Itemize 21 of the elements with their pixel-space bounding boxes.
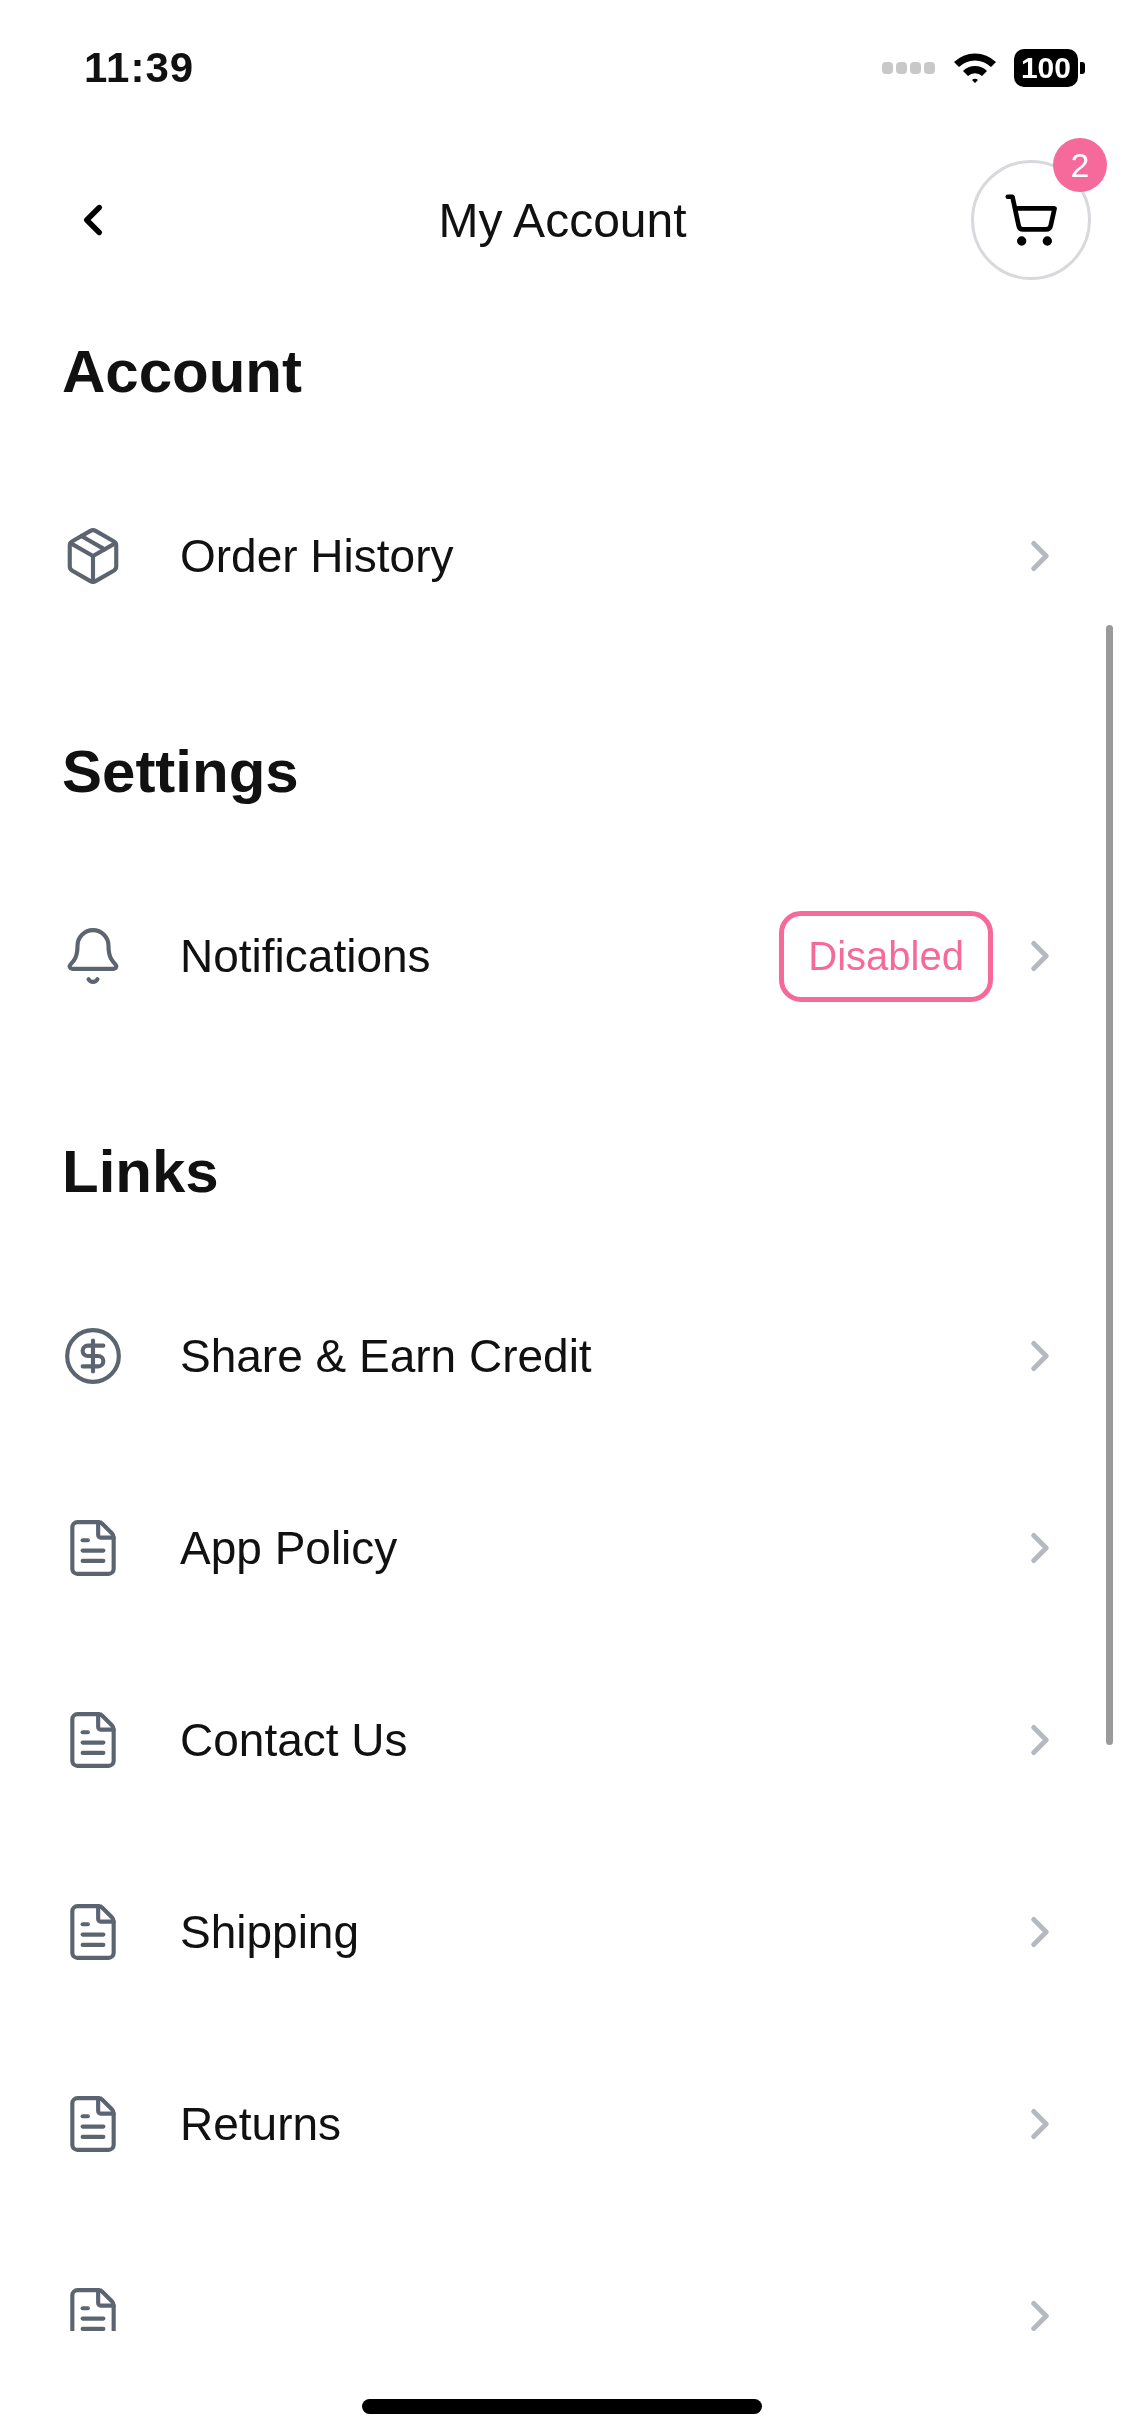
page-title: My Account xyxy=(438,192,687,248)
menu-item[interactable]: Returns xyxy=(0,2028,1125,2220)
section-heading: Links xyxy=(61,1137,220,1207)
section-heading: Settings xyxy=(61,737,300,807)
menu-item-label: App Policy xyxy=(180,1522,398,1574)
menu-item[interactable]: Shipping xyxy=(0,1836,1125,2028)
menu-item[interactable]: App Policy xyxy=(0,1452,1125,1644)
status-time: 11:39 xyxy=(84,43,195,92)
menu-item-label: Shipping xyxy=(180,1906,360,1958)
menu-item[interactable]: Notifications Disabled xyxy=(0,860,1125,1052)
menu-item[interactable]: Order History xyxy=(0,460,1125,652)
menu-item-label: Share & Earn Credit xyxy=(180,1330,592,1382)
menu-item[interactable]: Share & Earn Credit xyxy=(0,1260,1125,1452)
cart-count-badge: 2 xyxy=(1053,138,1107,192)
menu-item-label: Returns xyxy=(180,2098,342,2150)
menu-item[interactable]: Contact Us xyxy=(0,1644,1125,1836)
status-badge: Disabled xyxy=(779,910,993,1002)
menu-item-label: Contact Us xyxy=(180,1714,408,1766)
menu-item-label: Notifications xyxy=(180,930,431,982)
menu-item-label: Order History xyxy=(180,530,454,582)
section-heading: Account xyxy=(61,337,303,407)
